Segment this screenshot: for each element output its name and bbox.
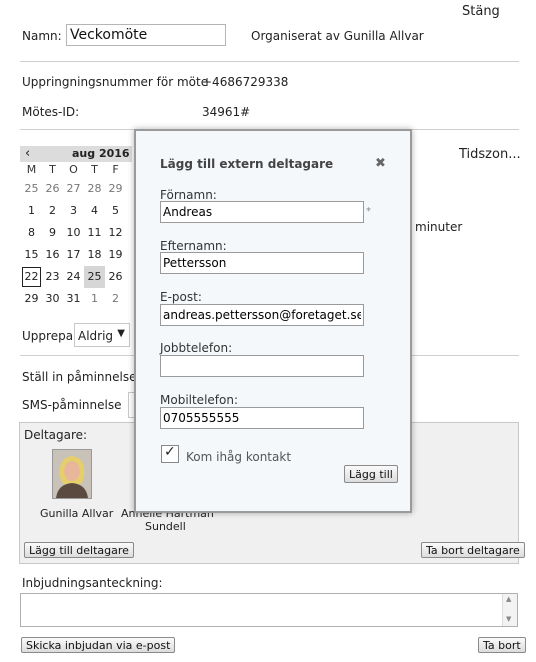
add-button[interactable]: Lägg till: [344, 465, 398, 483]
calendar-day[interactable]: 28: [84, 178, 105, 200]
organizer-text: Organiserat av Gunilla Allvar: [251, 29, 424, 43]
participants-label: Deltagare:: [24, 428, 88, 442]
participant-name: Gunilla Allvar: [40, 507, 114, 520]
last-name-label: Efternamn:: [160, 239, 227, 253]
meeting-id-value: 34961#: [202, 105, 251, 119]
dial-label: Uppringningsnummer för möte: [22, 75, 209, 89]
work-phone-input[interactable]: [160, 355, 364, 377]
scroll-up-icon[interactable]: ▲: [506, 595, 511, 603]
sms-reminder-label: SMS-påminnelse: [22, 398, 122, 412]
first-name-label: Förnamn:: [160, 188, 217, 202]
month-label: aug 2016: [72, 147, 130, 160]
chevron-down-icon: ▼: [117, 328, 125, 339]
meeting-name-input[interactable]: [66, 24, 226, 46]
close-link[interactable]: Stäng: [462, 4, 500, 19]
dialog-title: Lägg till extern deltagare: [160, 157, 334, 171]
name-label: Namn:: [22, 29, 62, 43]
calendar-day[interactable]: 5: [105, 200, 126, 222]
delete-button[interactable]: Ta bort: [478, 637, 526, 653]
reminder-label: Ställ in påminnelse: [22, 370, 137, 384]
note-label: Inbjudningsanteckning:: [22, 576, 163, 590]
prev-month-button[interactable]: ‹: [25, 146, 30, 162]
calendar-day[interactable]: 26: [105, 266, 126, 288]
avatar[interactable]: [52, 449, 92, 499]
send-invite-button[interactable]: Skicka inbjudan via e-post: [21, 637, 176, 653]
repeat-select[interactable]: Aldrig ▼: [74, 323, 130, 347]
calendar-day[interactable]: 1: [21, 200, 42, 222]
scroll-down-icon[interactable]: ▼: [506, 615, 511, 623]
calendar-day[interactable]: 2: [42, 200, 63, 222]
remove-participant-button[interactable]: Ta bort deltagare: [421, 542, 525, 558]
calendar-day[interactable]: 22: [21, 266, 42, 288]
timezone-link[interactable]: Tidszon...: [459, 147, 521, 162]
calendar-day[interactable]: 2: [105, 288, 126, 310]
calendar-day[interactable]: 29: [21, 288, 42, 310]
weekday-label: M: [26, 163, 37, 176]
repeat-value: Aldrig: [78, 329, 114, 343]
calendar-day[interactable]: 29: [105, 178, 126, 200]
calendar-day[interactable]: 1: [84, 288, 105, 310]
calendar-day[interactable]: 9: [42, 222, 63, 244]
calendar-day[interactable]: 18: [84, 244, 105, 266]
remember-contact-label: Kom ihåg kontakt: [186, 450, 292, 464]
meeting-id-label: Mötes-ID:: [22, 105, 80, 119]
weekday-label: O: [69, 163, 78, 176]
calendar-day[interactable]: 23: [42, 266, 63, 288]
minutes-label: minuter: [415, 220, 463, 234]
note-textarea[interactable]: ▲ ▼: [20, 593, 518, 627]
calendar-day[interactable]: 4: [84, 200, 105, 222]
calendar-day[interactable]: 19: [105, 244, 126, 266]
participant-name: Sundell: [145, 520, 186, 533]
weekday-label: T: [91, 163, 98, 176]
calendar-day[interactable]: 8: [21, 222, 42, 244]
add-participant-button[interactable]: Lägg till deltagare: [24, 542, 134, 558]
remember-contact-checkbox[interactable]: ✓: [161, 444, 179, 463]
email-input[interactable]: [160, 304, 364, 326]
calendar-day[interactable]: 26: [42, 178, 63, 200]
calendar-day[interactable]: 3: [63, 200, 84, 222]
divider: [20, 61, 519, 62]
calendar-day[interactable]: 12: [105, 222, 126, 244]
checkmark-icon: ✓: [164, 444, 176, 460]
close-icon[interactable]: ✖: [375, 156, 386, 171]
work-phone-label: Jobbtelefon:: [160, 341, 233, 355]
calendar-day[interactable]: 25: [21, 178, 42, 200]
calendar-day[interactable]: 27: [63, 178, 84, 200]
last-name-input[interactable]: [160, 252, 364, 274]
calendar-day[interactable]: 10: [63, 222, 84, 244]
calendar-day[interactable]: 25: [84, 266, 105, 288]
calendar-day[interactable]: 16: [42, 244, 63, 266]
weekday-label: F: [112, 163, 119, 176]
mobile-input[interactable]: [160, 407, 364, 429]
person-photo-icon: [53, 450, 91, 498]
repeat-label: Upprepa:: [22, 329, 78, 343]
calendar-day[interactable]: 31: [63, 288, 84, 310]
calendar-day[interactable]: 15: [21, 244, 42, 266]
scrollbar[interactable]: ▲ ▼: [502, 594, 517, 626]
required-mark: *: [366, 206, 371, 217]
weekday-label: T: [49, 163, 56, 176]
first-name-input[interactable]: [160, 201, 364, 223]
calendar-day[interactable]: 11: [84, 222, 105, 244]
calendar-day[interactable]: 17: [63, 244, 84, 266]
calendar-day[interactable]: 24: [63, 266, 84, 288]
mobile-label: Mobiltelefon:: [160, 393, 238, 407]
email-label: E-post:: [160, 290, 202, 304]
calendar-day[interactable]: 30: [42, 288, 63, 310]
dial-number: +4686729338: [202, 75, 289, 89]
